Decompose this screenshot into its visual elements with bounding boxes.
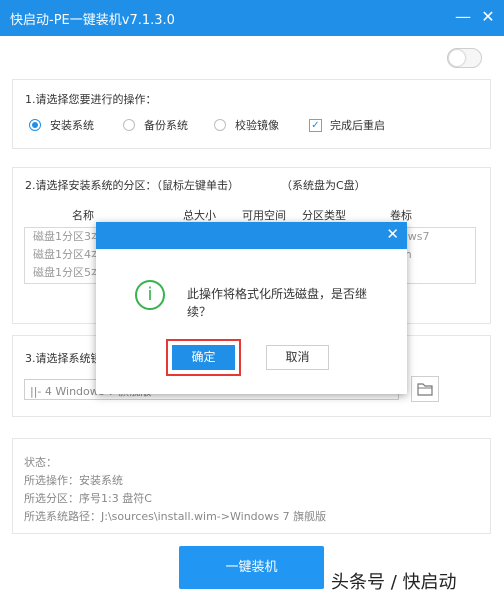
confirm-ok-button[interactable]: 确定 xyxy=(166,339,241,376)
radio-indicator xyxy=(214,119,226,131)
watermark: 头条号 / 快启动 xyxy=(331,572,457,593)
operation-label: 1.请选择您要进行的操作： xyxy=(25,93,157,106)
partition-label: 2.请选择安装系统的分区：（鼠标左键单击） xyxy=(25,179,239,192)
dialog-close-icon[interactable]: ✕ xyxy=(386,225,399,243)
status-partition: 所选分区：序号1:3 盘符C xyxy=(24,492,152,505)
status-title: 状态： xyxy=(24,456,57,469)
checkmark-icon: ✓ xyxy=(309,119,322,132)
radio-label: 校验镜像 xyxy=(235,119,279,132)
status-panel: 状态： 所选操作：安装系统 所选分区：序号1:3 盘符C 所选系统路径：J:\s… xyxy=(12,438,491,534)
confirm-dialog: ✕ i 此操作将格式化所选磁盘，是否继续？ 确定 取消 xyxy=(96,222,407,394)
partition-hint: （系统盘为C盘） xyxy=(281,179,366,192)
browse-folder-button[interactable] xyxy=(411,376,439,402)
window-title: 快启动-PE一键装机v7.1.3.0 xyxy=(10,13,175,28)
minimize-button[interactable]: — xyxy=(452,6,474,28)
checkbox-label: 完成后重启 xyxy=(330,119,385,132)
folder-icon xyxy=(417,383,433,396)
radio-label: 备份系统 xyxy=(144,119,188,132)
close-button[interactable]: ✕ xyxy=(477,6,499,28)
operation-options: 安装系统 备份系统 校验镜像 ✓ 完成后重启 xyxy=(29,118,469,134)
status-path: 所选系统路径：J:\sources\install.wim->Windows 7… xyxy=(24,510,327,523)
operation-panel: 1.请选择您要进行的操作： 安装系统 备份系统 校验镜像 ✓ 完成后重启 xyxy=(12,79,491,149)
confirm-cancel-button[interactable]: 取消 xyxy=(266,345,329,370)
settings-toggle[interactable] xyxy=(447,48,482,68)
toggle-knob xyxy=(449,50,465,66)
cell-name: 磁盘1分区3本 xyxy=(33,230,102,243)
image-label: 3.请选择系统镜 xyxy=(25,352,102,365)
one-click-install-button[interactable]: 一键装机 xyxy=(179,546,324,589)
dialog-message: 此操作将格式化所选磁盘，是否继续？ xyxy=(187,287,368,319)
column-volume-label: 卷标 xyxy=(390,209,412,222)
column-total-size: 总大小 xyxy=(183,209,216,222)
info-icon: i xyxy=(135,280,165,310)
cell-name: 磁盘1分区4本 xyxy=(33,248,102,261)
column-name: 名称 xyxy=(72,209,94,222)
info-glyph: i xyxy=(147,284,153,305)
radio-indicator xyxy=(29,119,41,131)
status-operation: 所选操作：安装系统 xyxy=(24,474,123,487)
column-partition-type: 分区类型 xyxy=(302,209,346,222)
radio-indicator xyxy=(123,119,135,131)
column-free-space: 可用空间 xyxy=(242,209,286,222)
radio-label: 安装系统 xyxy=(50,119,94,132)
dialog-header: ✕ xyxy=(96,222,407,249)
cell-name: 磁盘1分区5本 xyxy=(33,266,102,279)
title-bar: 快启动-PE一键装机v7.1.3.0 — ✕ xyxy=(0,0,504,36)
